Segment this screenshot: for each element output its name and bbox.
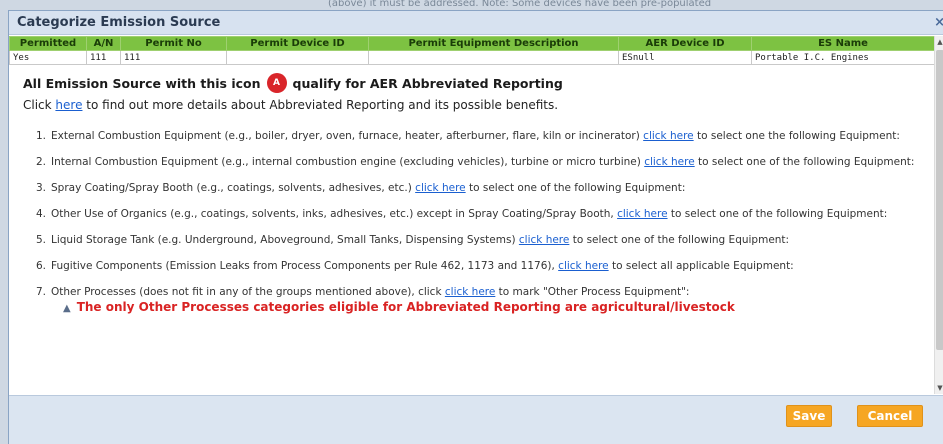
fugitive-components-click-here-link[interactable]: click here	[558, 260, 608, 272]
item-number: 2.	[36, 156, 47, 168]
table-header-row: Permitted A/N Permit No Permit Device ID…	[9, 36, 935, 51]
cancel-button[interactable]: Cancel	[857, 405, 923, 427]
other-organics-click-here-link[interactable]: click here	[617, 208, 667, 220]
cell-es-name: Portable I.C. Engines	[751, 50, 935, 65]
list-item-other-organics: 4. Other Use of Organics (e.g., coatings…	[36, 208, 935, 221]
save-button[interactable]: Save	[786, 405, 832, 427]
col-header-permit-device-id: Permit Device ID	[226, 36, 369, 51]
background-text: (above) it must be addressed. Note: Some…	[328, 0, 712, 9]
item-number: 7.	[36, 286, 47, 298]
table-row[interactable]: Yes 111 111 ESnull Portable I.C. Engines	[9, 50, 935, 65]
item-text-after: to select one of the following Equipment…	[667, 208, 888, 220]
liquid-storage-click-here-link[interactable]: click here	[519, 234, 569, 246]
item-number: 3.	[36, 182, 47, 194]
agricultural-warning: ▲ The only Other Processes categories eli…	[51, 301, 925, 315]
item-text: Fugitive Components (Emission Leaks from…	[51, 260, 559, 272]
scroll-down-icon[interactable]: ▼	[935, 382, 943, 394]
notice-prefix: All Emission Source with this icon	[23, 75, 261, 91]
item-text-after: to select all applicable Equipment:	[608, 260, 794, 272]
dialog-footer: Save Cancel	[9, 395, 943, 444]
list-item-liquid-storage: 5. Liquid Storage Tank (e.g. Underground…	[36, 234, 935, 247]
scroll-thumb[interactable]	[936, 50, 943, 350]
col-header-es-name: ES Name	[751, 36, 935, 51]
item-text: Other Processes (does not fit in any of …	[51, 286, 445, 298]
item-text: Liquid Storage Tank (e.g. Underground, A…	[51, 234, 519, 246]
list-item-internal-combustion: 2. Internal Combustion Equipment (e.g., …	[36, 156, 935, 169]
equipment-category-list: 1. External Combustion Equipment (e.g., …	[36, 130, 935, 315]
list-item-external-combustion: 1. External Combustion Equipment (e.g., …	[36, 130, 935, 143]
emission-source-table: Permitted A/N Permit No Permit Device ID…	[9, 36, 935, 65]
col-header-permit-equipment-description: Permit Equipment Description	[368, 36, 619, 51]
col-header-aer-device-id: AER Device ID	[618, 36, 752, 51]
spray-coating-click-here-link[interactable]: click here	[415, 182, 465, 194]
abbreviated-reporting-notice: All Emission Source with this icon A qua…	[23, 73, 935, 93]
cell-an: 111	[86, 50, 121, 65]
col-header-an: A/N	[86, 36, 121, 51]
cell-aer-device-id: ESnull	[618, 50, 752, 65]
warning-text: The only Other Processes categories elig…	[76, 300, 735, 314]
details-suffix: to find out more details about Abbreviat…	[82, 98, 559, 112]
item-text: Internal Combustion Equipment (e.g., int…	[51, 156, 645, 168]
notice-suffix: qualify for AER Abbreviated Reporting	[292, 75, 563, 91]
item-number: 4.	[36, 208, 47, 220]
dialog-titlebar: Categorize Emission Source ×	[9, 11, 943, 35]
close-icon[interactable]: ×	[934, 15, 943, 30]
item-number: 1.	[36, 130, 47, 142]
list-item-spray-coating: 3. Spray Coating/Spray Booth (e.g., coat…	[36, 182, 935, 195]
item-text-after: to select one the following Equipment:	[693, 130, 900, 142]
categorize-emission-dialog: Categorize Emission Source × Permitted A…	[8, 10, 943, 444]
cell-permit-device-id	[226, 50, 369, 65]
col-header-permit-no: Permit No	[120, 36, 227, 51]
cell-permitted: Yes	[9, 50, 87, 65]
item-text-after: to mark "Other Process Equipment":	[495, 286, 690, 298]
item-text-after: to select one of the following Equipment…	[694, 156, 915, 168]
list-item-other-processes: 7. Other Processes (does not fit in any …	[36, 286, 935, 315]
item-text-after: to select one of the following Equipment…	[465, 182, 686, 194]
details-here-link[interactable]: here	[55, 98, 82, 112]
item-text-after: to select one of the following Equipment…	[569, 234, 790, 246]
abbreviated-reporting-badge-icon: A	[266, 73, 287, 93]
dialog-content: Permitted A/N Permit No Permit Device ID…	[9, 36, 935, 394]
item-text: External Combustion Equipment (e.g., boi…	[51, 130, 644, 142]
details-prefix: Click	[23, 98, 56, 112]
item-text: Spray Coating/Spray Booth (e.g., coating…	[51, 182, 416, 194]
internal-combustion-click-here-link[interactable]: click here	[644, 156, 694, 168]
scroll-up-icon[interactable]: ▲	[935, 36, 943, 48]
dialog-title: Categorize Emission Source	[17, 15, 221, 30]
cell-permit-equipment-description	[368, 50, 619, 65]
item-text: Other Use of Organics (e.g., coatings, s…	[51, 208, 618, 220]
col-header-permitted: Permitted	[9, 36, 87, 51]
warning-triangle-icon: ▲	[63, 303, 71, 314]
external-combustion-click-here-link[interactable]: click here	[643, 130, 693, 142]
item-number: 5.	[36, 234, 47, 246]
details-line: Click here to find out more details abou…	[23, 98, 935, 112]
vertical-scrollbar[interactable]: ▲ ▼	[934, 36, 943, 394]
cell-permit-no: 111	[120, 50, 227, 65]
item-number: 6.	[36, 260, 47, 272]
list-item-fugitive-components: 6. Fugitive Components (Emission Leaks f…	[36, 260, 935, 273]
other-processes-click-here-link[interactable]: click here	[445, 286, 495, 298]
